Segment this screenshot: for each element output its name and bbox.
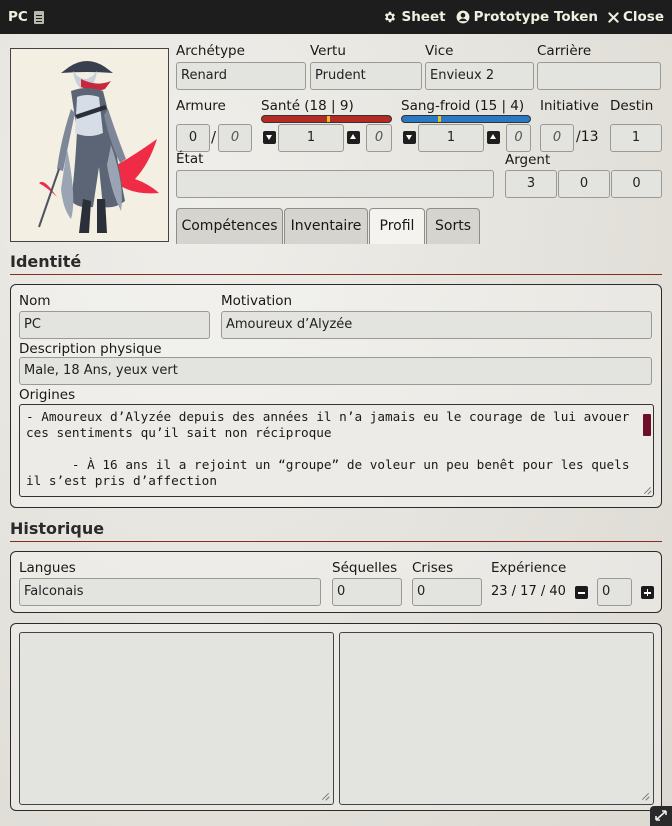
motivation-label: Motivation <box>221 293 293 309</box>
sheet-button[interactable]: Sheet <box>383 9 446 25</box>
carriere-label: Carrière <box>537 43 592 59</box>
crises-label: Crises <box>412 560 454 576</box>
sangfroid-field[interactable]: 1 <box>418 124 484 152</box>
argent-field-3[interactable]: 0 <box>611 170 662 198</box>
armure-field-1[interactable]: 0 <box>176 124 210 152</box>
carriere-field[interactable] <box>537 62 661 90</box>
user-circle-icon <box>456 10 469 24</box>
identite-title: Identité <box>10 252 82 271</box>
window-title: PC <box>8 9 373 25</box>
tab-profil[interactable]: Profil <box>369 208 425 244</box>
window-titlebar[interactable]: PC Sheet Prototype Token Close <box>0 0 672 34</box>
initiative-max: /13 <box>576 129 599 145</box>
historique-panel: Langues Falconais Séquelles 0 Crises 0 E… <box>10 551 662 613</box>
sante-decrease-button[interactable] <box>263 131 276 144</box>
sante-increase-button[interactable] <box>347 131 360 144</box>
armure-field-2[interactable]: 0 <box>218 124 252 152</box>
etat-field[interactable] <box>176 170 494 198</box>
sangfroid-label: Sang-froid (15 | 4) <box>401 98 525 114</box>
gear-icon <box>385 11 396 23</box>
vertu-label: Vertu <box>310 43 346 59</box>
experience-label: Expérience <box>491 560 567 576</box>
notes-textarea-left[interactable] <box>19 632 334 805</box>
close-label: Close <box>622 9 664 25</box>
sequelles-field[interactable]: 0 <box>332 578 402 606</box>
initiative-field[interactable]: 0 <box>540 124 574 152</box>
experience-field[interactable]: 0 <box>597 578 632 606</box>
character-sheet: Archétype Renard Vertu Prudent Vice Envi… <box>0 34 672 826</box>
archetype-field[interactable]: Renard <box>176 62 306 90</box>
sangfroid-extra-field[interactable]: 0 <box>506 124 531 152</box>
nom-label: Nom <box>19 293 51 309</box>
notes-textarea-right[interactable] <box>339 632 654 805</box>
close-button[interactable]: Close <box>608 9 664 25</box>
sequelles-label: Séquelles <box>332 560 398 576</box>
experience-minus-button[interactable] <box>575 586 588 599</box>
armure-label: Armure <box>176 98 226 114</box>
armure-slash: / <box>211 128 217 146</box>
sante-field[interactable]: 1 <box>278 124 344 152</box>
argent-field-2[interactable]: 0 <box>558 170 610 198</box>
character-portrait[interactable] <box>10 48 169 242</box>
historique-title: Historique <box>10 519 105 538</box>
sangfroid-bar-marker <box>437 116 441 122</box>
historique-divider <box>10 541 662 542</box>
origines-label: Origines <box>19 387 76 403</box>
nom-field[interactable]: PC <box>19 311 210 339</box>
description-field[interactable]: Male, 18 Ans, yeux vert <box>19 357 652 385</box>
expand-icon <box>655 810 667 821</box>
prototype-token-label: Prototype Token <box>473 9 598 25</box>
vertu-field[interactable]: Prudent <box>310 62 422 90</box>
motivation-field[interactable]: Amoureux d’Alyzée <box>221 311 652 339</box>
argent-field-1[interactable]: 3 <box>505 170 557 198</box>
sangfroid-bar <box>401 115 531 123</box>
sante-bar-marker <box>326 116 330 122</box>
window-title-text: PC <box>8 9 28 25</box>
tab-competences[interactable]: Compétences <box>176 208 283 244</box>
description-label: Description physique <box>19 341 162 357</box>
archetype-label: Archétype <box>176 43 245 59</box>
document-icon[interactable] <box>33 10 44 24</box>
identite-panel: Nom PC Motivation Amoureux d’Alyzée Desc… <box>10 284 662 508</box>
notes-panel <box>10 623 662 811</box>
langues-field[interactable]: Falconais <box>19 578 321 606</box>
vice-field[interactable]: Envieux 2 <box>425 62 534 90</box>
experience-plus-button[interactable] <box>641 586 654 599</box>
origines-scrollbar[interactable] <box>643 414 651 436</box>
sante-bar <box>261 115 392 123</box>
experience-text: 23 / 17 / 40 <box>491 584 566 599</box>
origines-resize-handle[interactable] <box>643 486 651 494</box>
crises-field[interactable]: 0 <box>412 578 482 606</box>
sante-extra-field[interactable]: 0 <box>366 124 392 152</box>
identite-divider <box>10 274 662 275</box>
sangfroid-decrease-button[interactable] <box>403 131 416 144</box>
sheet-label: Sheet <box>401 9 446 25</box>
tab-sorts[interactable]: Sorts <box>426 208 480 244</box>
prototype-token-button[interactable]: Prototype Token <box>456 9 598 25</box>
portrait-image <box>11 49 168 241</box>
destin-label: Destin <box>610 98 654 114</box>
vice-label: Vice <box>425 43 454 59</box>
origines-textarea[interactable]: - Amoureux d’Alyzée depuis des années il… <box>19 404 654 497</box>
langues-label: Langues <box>19 560 76 576</box>
initiative-label: Initiative <box>540 98 599 114</box>
etat-label: État <box>176 151 204 167</box>
sante-label: Santé (18 | 9) <box>261 98 354 114</box>
argent-label: Argent <box>505 152 551 168</box>
window-resize-handle[interactable] <box>650 806 672 826</box>
tab-inventaire[interactable]: Inventaire <box>284 208 368 244</box>
close-icon <box>608 11 619 23</box>
sangfroid-increase-button[interactable] <box>487 131 500 144</box>
destin-field[interactable]: 1 <box>610 124 662 152</box>
notes-right-resize-handle[interactable] <box>641 792 649 800</box>
notes-left-resize-handle[interactable] <box>321 792 329 800</box>
